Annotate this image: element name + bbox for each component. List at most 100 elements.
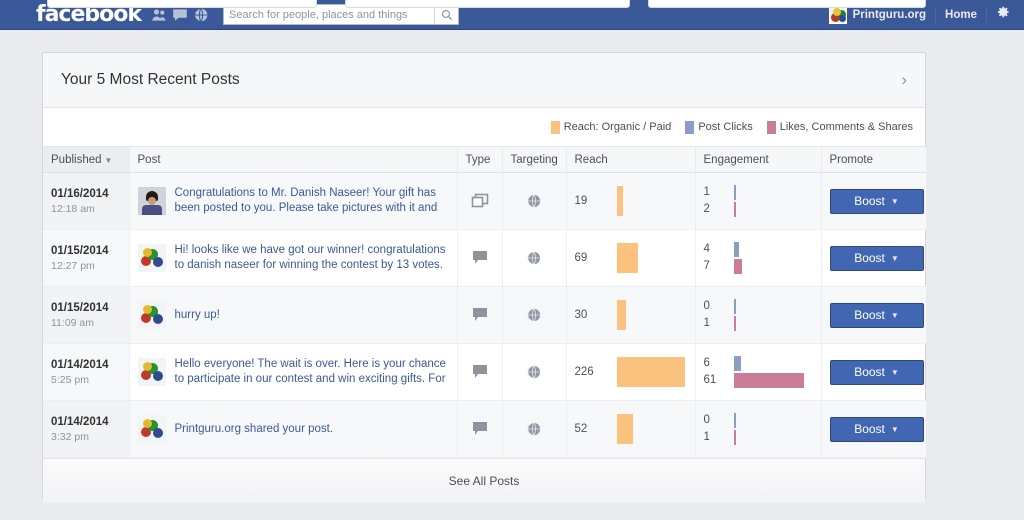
see-all-posts-link[interactable]: See All Posts [449,474,520,488]
post-message[interactable]: Congratulations to Mr. Danish Naseer! Yo… [175,186,449,216]
cell-promote: Boost ▼ [821,286,926,344]
cell-published: 01/15/2014 12:27 pm [43,229,130,287]
cell-reach: 69 [566,229,696,287]
cell-published: 01/14/2014 5:25 pm [43,343,130,401]
post-clicks-bar[interactable] [733,242,739,257]
gear-icon[interactable] [996,5,1010,24]
reach-value: 52 [574,423,588,435]
cell-post: Hello everyone! The wait is over. Here i… [129,343,458,401]
column-header-engagement[interactable]: Engagement [695,146,822,173]
notifications-globe-icon[interactable] [193,7,209,23]
cell-type [457,286,503,344]
cell-promote: Boost ▼ [821,400,926,458]
post-clicks-value: 1 [703,186,710,198]
cell-promote: Boost ▼ [821,172,926,230]
reach-bar[interactable] [616,357,685,387]
post-clicks-value: 4 [703,243,710,255]
post-message[interactable]: Hi! looks like we have got our winner! c… [175,243,449,273]
cut-off-panel-3 [648,0,926,8]
table-row: 01/16/2014 12:18 am Congratulations to Mr.… [43,172,926,230]
post-clicks-value: 6 [703,357,710,369]
column-header-promote[interactable]: Promote [821,146,926,173]
post-time: 11:09 am [51,316,94,329]
boost-button[interactable]: Boost ▼ [829,416,924,442]
cell-engagement: 01 [695,286,822,344]
topbar-icon-group [151,7,209,23]
boost-label: Boost [854,422,885,436]
post-clicks-bar[interactable] [733,413,736,428]
post-thumbnail[interactable] [137,358,166,386]
boost-label: Boost [854,251,885,265]
likes-comments-shares-bar[interactable] [733,202,736,217]
cell-post: hurry up! [129,286,458,344]
column-header-targeting[interactable]: Targeting [502,146,567,173]
column-header-published[interactable]: Published ▼ [43,146,130,173]
post-clicks-bar[interactable] [733,356,741,371]
cell-engagement: 6 61 [695,343,822,401]
legend-item-reach: Reach: Organic / Paid [550,120,672,134]
post-clicks-bar[interactable] [733,299,736,314]
chevron-down-icon: ▼ [890,196,899,206]
status-comment-icon [472,365,487,379]
page-name-link[interactable]: Printguru.org [853,9,926,21]
legend-label-reach: Reach: Organic / Paid [563,121,672,133]
topbar-divider-1 [935,6,937,23]
topbar-divider-2 [986,6,987,23]
home-link[interactable]: Home [945,9,977,21]
reach-bar[interactable] [616,186,623,216]
reach-bar[interactable] [616,243,638,273]
column-header-reach[interactable]: Reach [566,146,696,173]
column-header-post[interactable]: Post [129,146,458,173]
post-thumbnail[interactable] [137,301,166,329]
reach-bar[interactable] [616,300,626,330]
table-row: 01/14/2014 3:32 pm Printguru.org shared yo… [43,400,926,458]
likes-comments-shares-bar[interactable] [733,316,736,331]
cell-published: 01/15/2014 11:09 am [43,286,130,344]
globe-icon[interactable] [527,308,541,322]
cell-type [457,400,503,458]
cell-reach: 30 [566,286,696,344]
column-header-type[interactable]: Type [457,146,503,173]
page-title: Your 5 Most Recent Posts [61,71,240,88]
cell-promote: Boost ▼ [821,229,926,287]
globe-icon[interactable] [527,194,541,208]
cell-reach: 19 [566,172,696,230]
post-time: 5:25 pm [51,373,89,386]
sort-caret-icon: ▼ [104,155,113,165]
friends-icon[interactable] [151,7,167,23]
post-clicks-value: 0 [703,300,710,312]
post-message[interactable]: Hello everyone! The wait is over. Here i… [175,357,449,387]
cell-type [457,229,503,287]
post-date: 01/14/2014 [51,358,109,371]
card-header: Your 5 Most Recent Posts › [43,53,925,108]
likes-comments-shares-bar[interactable] [733,430,736,445]
post-thumbnail[interactable] [137,187,166,215]
boost-button[interactable]: Boost ▼ [829,188,924,214]
globe-icon[interactable] [527,365,541,379]
legend-label-post-clicks: Post Clicks [698,121,753,133]
cell-targeting [502,286,567,344]
legend-item-post-clicks: Post Clicks [685,120,753,134]
post-message[interactable]: Printguru.org shared your post. [175,422,334,437]
globe-icon[interactable] [527,251,541,265]
card-footer: See All Posts [43,458,925,503]
post-message[interactable]: hurry up! [175,308,220,323]
cell-post: Printguru.org shared your post. [129,400,458,458]
post-thumbnail[interactable] [137,415,166,443]
cell-targeting [502,343,567,401]
messages-icon[interactable] [172,7,188,23]
likes-comments-shares-bar[interactable] [733,259,742,274]
post-thumbnail[interactable] [137,244,166,272]
boost-label: Boost [854,194,885,208]
cell-published: 01/14/2014 3:32 pm [43,400,130,458]
page-avatar[interactable] [828,5,847,24]
chevron-right-icon[interactable]: › [901,70,907,90]
reach-bar[interactable] [616,414,633,444]
legend-swatch-likes [766,120,776,134]
likes-comments-shares-bar[interactable] [733,373,804,388]
post-clicks-bar[interactable] [733,185,736,200]
globe-icon[interactable] [527,422,541,436]
boost-button[interactable]: Boost ▼ [829,302,924,328]
boost-button[interactable]: Boost ▼ [829,245,924,271]
boost-button[interactable]: Boost ▼ [829,359,924,385]
